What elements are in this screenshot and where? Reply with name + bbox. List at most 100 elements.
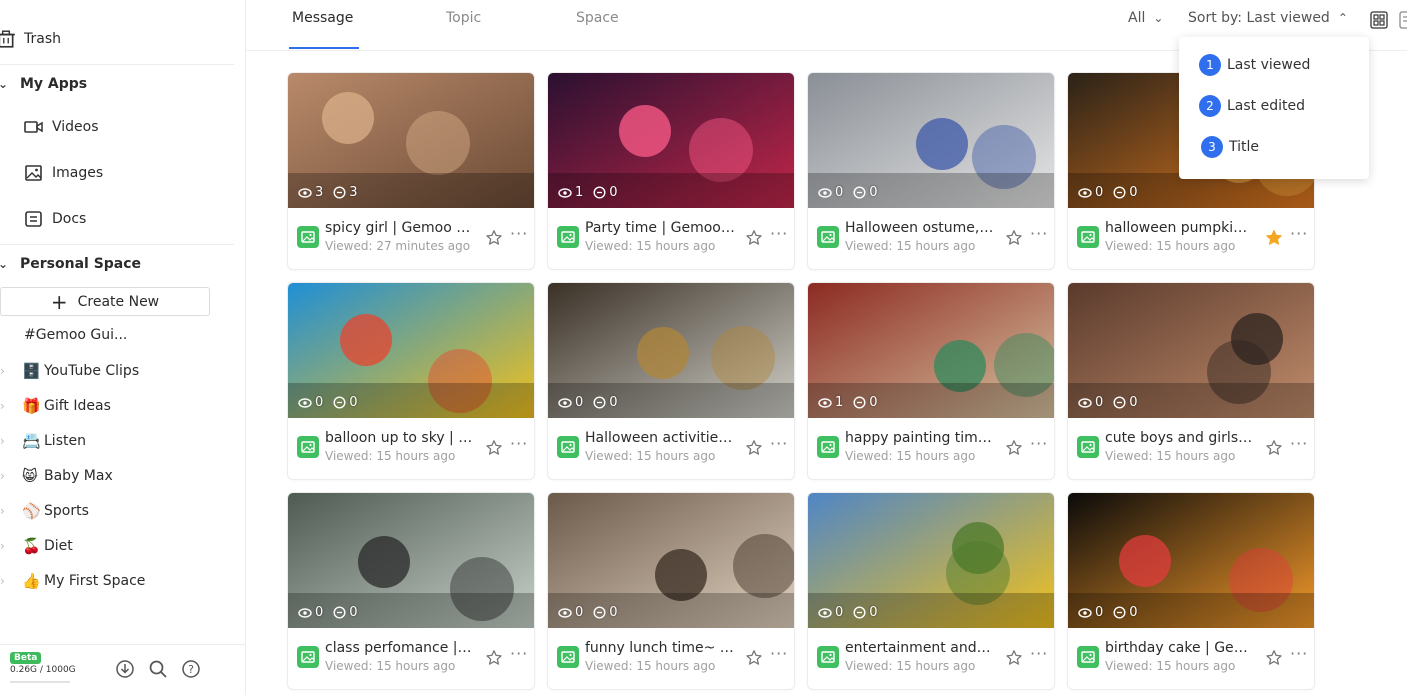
chevron-right-icon[interactable]: ›: [0, 574, 22, 588]
chevron-right-icon[interactable]: ›: [0, 399, 22, 413]
sort-option-last-edited[interactable]: 2 Last edited: [1199, 95, 1305, 117]
chevron-right-icon[interactable]: ›: [0, 539, 22, 553]
card-title[interactable]: Party time | Gemoo Gif: [585, 220, 735, 236]
chevron-right-icon[interactable]: ›: [0, 469, 22, 483]
comment-count: 0: [869, 185, 878, 200]
media-card[interactable]: 1 0 Party time | Gemoo Gif Viewed: 15 hours…: [548, 73, 794, 269]
space-label: Baby Max: [44, 468, 113, 484]
star-icon[interactable]: [485, 649, 503, 667]
space-item-sports[interactable]: › ⚾ Sports: [0, 502, 89, 520]
card-title[interactable]: entertainment and fun: [845, 640, 995, 656]
card-title[interactable]: spicy girl | Gemoo Gif: [325, 220, 475, 236]
comment-count: 0: [609, 395, 618, 410]
tab-message[interactable]: Message: [292, 10, 353, 26]
space-item-diet[interactable]: › 🍒 Diet: [0, 537, 73, 555]
media-card[interactable]: 00Halloween ostume, GemooViewed: 15 hour…: [808, 73, 1054, 269]
list-view-icon[interactable]: [1396, 11, 1407, 29]
media-card[interactable]: 0 0 entertainment and fun Viewed: 15 hours …: [808, 493, 1054, 689]
space-item-my-first-space[interactable]: › 👍 My First Space: [0, 572, 145, 590]
card-title[interactable]: balloon up to sky | Gemoo: [325, 430, 475, 446]
card-title[interactable]: class perfomance | Gemoo: [325, 640, 475, 656]
star-icon[interactable]: [1265, 439, 1283, 457]
space-item-youtube-clips[interactable]: › 🗄️ YouTube Clips: [0, 362, 139, 380]
more-options-icon[interactable]: ···: [1290, 436, 1308, 452]
tab-space[interactable]: Space: [576, 10, 619, 26]
card-title[interactable]: Halloween ostume, Gemoo: [845, 220, 995, 236]
grid-view-icon[interactable]: [1370, 11, 1388, 29]
sidebar-item-trash[interactable]: Trash: [0, 29, 61, 49]
card-title[interactable]: funny lunch time~ | Gemoo: [585, 640, 735, 656]
space-item-baby-max[interactable]: › 😸 Baby Max: [0, 467, 113, 485]
beta-badge: Beta: [10, 652, 42, 664]
card-viewed-time: Viewed: 15 hours ago: [1105, 239, 1236, 253]
card-title[interactable]: birthday cake | Gemoo: [1105, 640, 1255, 656]
media-card[interactable]: 0 0 birthday cake | Gemoo Viewed: 15 hours …: [1068, 493, 1314, 689]
media-card[interactable]: 10happy painting time | GemooViewed: 15 …: [808, 283, 1054, 479]
space-item-listen[interactable]: › 📇 Listen: [0, 432, 86, 450]
more-options-icon[interactable]: ···: [770, 226, 788, 242]
card-title[interactable]: happy painting time | Gemoo: [845, 430, 995, 446]
media-card[interactable]: 00cute boys and girls | GemooViewed: 15 …: [1068, 283, 1314, 479]
comment-icon: [333, 396, 346, 409]
tab-topic[interactable]: Topic: [446, 10, 481, 26]
sidebar-section-my-apps[interactable]: ⌄ My Apps: [0, 76, 87, 92]
card-title[interactable]: cute boys and girls | Gemoo: [1105, 430, 1255, 446]
more-options-icon[interactable]: ···: [770, 646, 788, 662]
star-icon[interactable]: [745, 649, 763, 667]
sort-option-title[interactable]: 3 Title: [1201, 136, 1259, 158]
more-options-icon[interactable]: ···: [1030, 226, 1048, 242]
sort-menu: 1 Last viewed 2 Last edited 3 Title: [1179, 37, 1369, 179]
star-icon[interactable]: [1265, 229, 1283, 247]
space-label: YouTube Clips: [44, 363, 140, 379]
media-card[interactable]: 00Halloween activities | GemooViewed: 15…: [548, 283, 794, 479]
sort-option-last-viewed[interactable]: 1 Last viewed: [1199, 54, 1310, 76]
star-icon[interactable]: [485, 229, 503, 247]
space-item-gift-ideas[interactable]: › 🎁 Gift Ideas: [0, 397, 111, 415]
image-app-icon: [557, 436, 579, 458]
chevron-right-icon[interactable]: ›: [0, 504, 22, 518]
more-options-icon[interactable]: ···: [1030, 436, 1048, 452]
media-card[interactable]: 00balloon up to sky | GemooViewed: 15 ho…: [288, 283, 534, 479]
media-card[interactable]: 00class perfomance | GemooViewed: 15 hou…: [288, 493, 534, 689]
download-icon[interactable]: [115, 659, 135, 679]
card-title[interactable]: halloween pumpkin | Gemoo: [1105, 220, 1255, 236]
sidebar-item-images[interactable]: Images: [24, 163, 103, 183]
help-icon[interactable]: ?: [181, 659, 201, 679]
star-icon[interactable]: [1005, 439, 1023, 457]
sidebar-item-docs[interactable]: Docs: [24, 209, 86, 229]
chevron-down-icon: ⌄: [1153, 11, 1164, 25]
media-card[interactable]: 3 3 spicy girl | Gemoo Gif Viewed: 27 minut…: [288, 73, 534, 269]
star-icon[interactable]: [745, 229, 763, 247]
sort-dropdown[interactable]: Sort by: Last viewed ⌃: [1188, 10, 1348, 26]
search-icon[interactable]: [148, 659, 168, 679]
create-new-button[interactable]: + Create New: [0, 287, 210, 316]
chevron-right-icon[interactable]: ›: [0, 364, 22, 378]
star-icon[interactable]: [485, 439, 503, 457]
card-stats: 00: [1078, 605, 1148, 620]
sidebar-item-videos[interactable]: Videos: [24, 117, 99, 137]
more-options-icon[interactable]: ···: [510, 436, 528, 452]
more-options-icon[interactable]: ···: [1290, 646, 1308, 662]
star-icon[interactable]: [1265, 649, 1283, 667]
media-card[interactable]: 00funny lunch time~ | GemooViewed: 15 ho…: [548, 493, 794, 689]
filter-all-dropdown[interactable]: All ⌄: [1128, 10, 1163, 26]
chevron-right-icon[interactable]: ›: [0, 434, 22, 448]
more-options-icon[interactable]: ···: [510, 646, 528, 662]
option-label: Last edited: [1227, 98, 1305, 114]
more-options-icon[interactable]: ···: [1030, 646, 1048, 662]
card-viewed-time: Viewed: 15 hours ago: [845, 449, 976, 463]
image-icon: [25, 165, 42, 181]
sidebar-section-personal-space[interactable]: ⌄ Personal Space: [0, 256, 141, 272]
star-icon[interactable]: [1005, 649, 1023, 667]
space-item-gemoo-guide[interactable]: #Gemoo Gui...: [24, 327, 127, 343]
star-icon[interactable]: [745, 439, 763, 457]
divider: [0, 64, 234, 65]
card-title[interactable]: Halloween activities | Gemoo: [585, 430, 735, 446]
star-icon[interactable]: [1005, 229, 1023, 247]
more-options-icon[interactable]: ···: [770, 436, 788, 452]
more-options-icon[interactable]: ···: [510, 226, 528, 242]
comment-count: 0: [869, 395, 878, 410]
image-app-icon: [1077, 436, 1099, 458]
more-options-icon[interactable]: ···: [1290, 226, 1308, 242]
eye-icon: [818, 397, 832, 408]
